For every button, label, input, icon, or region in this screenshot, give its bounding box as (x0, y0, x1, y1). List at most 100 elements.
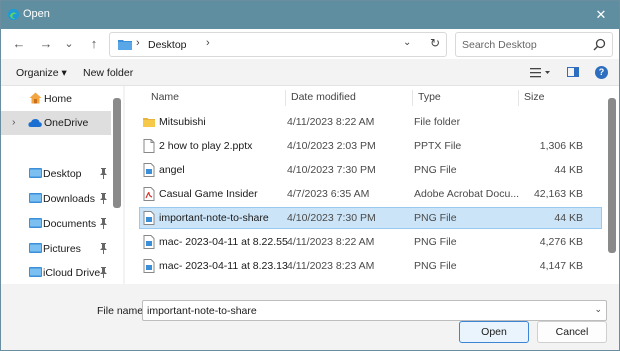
pin-icon (100, 193, 107, 204)
file-type: PNG File (414, 260, 457, 272)
pin-icon (100, 267, 107, 278)
documents-folder-icon (29, 218, 42, 228)
search-icon (593, 38, 606, 51)
file-size: 4,147 KB (539, 260, 583, 272)
sidebar-item-label: Home (44, 93, 73, 105)
file-name-value: important-note-to-share (147, 305, 257, 317)
sidebar-item-pictures[interactable]: Pictures (1, 237, 111, 261)
file-name: 2 how to play 2.pptx (159, 140, 253, 152)
file-list: Name Date modified Type Size Mitsubishi … (125, 86, 619, 284)
sidebar-item-downloads[interactable]: Downloads (1, 187, 111, 211)
file-type: PNG File (414, 236, 457, 248)
breadcrumb-separator[interactable]: › (206, 37, 210, 49)
file-date: 4/7/2023 6:35 AM (287, 188, 370, 200)
file-date: 4/10/2023 7:30 PM (287, 212, 376, 224)
file-list-scrollbar[interactable] (608, 98, 616, 253)
column-header-name[interactable]: Name (151, 91, 179, 103)
desktop-folder-icon (29, 168, 42, 178)
file-date: 4/11/2023 8:22 AM (287, 236, 375, 248)
edge-icon (7, 8, 20, 21)
file-date: 4/10/2023 2:03 PM (287, 140, 376, 152)
folder-icon (143, 118, 155, 127)
up-arrow-icon[interactable]: ↑ (85, 35, 103, 53)
navigation-bar: ← → ⌄ ↑ › Desktop › ⌄ ↻ Search Desktop (1, 29, 619, 59)
folder-icon (118, 40, 132, 50)
image-file-icon (143, 163, 155, 177)
open-button[interactable]: Open (459, 321, 529, 343)
back-arrow-icon[interactable]: ← (10, 35, 28, 53)
file-name: mac- 2023-04-11 at 8.22.55 ... (159, 236, 289, 248)
image-file-icon (143, 211, 155, 225)
sidebar-item-label: OneDrive (44, 117, 89, 129)
file-date: 4/11/2023 8:23 AM (287, 260, 375, 272)
new-folder-button[interactable]: New folder (83, 67, 133, 79)
pin-icon (100, 243, 107, 254)
address-dropdown-icon[interactable]: ⌄ (403, 37, 411, 48)
file-name: angel (159, 164, 185, 176)
file-row[interactable]: mac- 2023-04-11 at 8.22.55 ... 4/11/2023… (139, 231, 602, 253)
open-dialog: Open ✕ ← → ⌄ ↑ › Desktop › ⌄ ↻ Search De… (0, 0, 620, 351)
column-divider[interactable] (412, 90, 413, 106)
window-title: Open (23, 8, 50, 20)
column-header-type[interactable]: Type (418, 91, 441, 103)
pin-icon (100, 168, 107, 179)
organize-button[interactable]: Organize ▾ (16, 67, 67, 79)
sidebar-scrollbar[interactable] (113, 98, 121, 208)
recent-locations-icon[interactable]: ⌄ (60, 35, 78, 53)
pictures-folder-icon (29, 243, 42, 253)
file-size: 44 KB (554, 212, 583, 224)
close-icon[interactable]: ✕ (591, 5, 611, 25)
sidebar-item-label: Pictures (43, 243, 81, 255)
column-header-size[interactable]: Size (524, 91, 544, 103)
file-date: 4/10/2023 7:30 PM (287, 164, 376, 176)
breadcrumb-desktop[interactable]: Desktop (148, 39, 187, 51)
document-icon (143, 139, 155, 153)
view-options-icon[interactable] (529, 66, 551, 79)
forward-arrow-icon[interactable]: → (37, 35, 55, 53)
file-type: PPTX File (414, 140, 462, 152)
downloads-folder-icon (29, 193, 42, 203)
column-header-date[interactable]: Date modified (291, 91, 356, 103)
sidebar-item-label: Desktop (43, 168, 82, 180)
help-icon[interactable]: ? (595, 66, 608, 79)
column-divider[interactable] (518, 90, 519, 106)
file-row-selected[interactable]: important-note-to-share 4/10/2023 7:30 P… (139, 207, 602, 229)
sidebar-item-icloud-drive[interactable]: iCloud Drive (1, 261, 111, 285)
refresh-icon[interactable]: ↻ (430, 36, 440, 50)
file-name: mac- 2023-04-11 at 8.23.13 ... (159, 260, 289, 272)
preview-pane-icon[interactable] (567, 67, 579, 77)
image-file-icon (143, 259, 155, 273)
file-name-label: File name: (97, 305, 147, 317)
file-name-field[interactable]: important-note-to-share ⌄ (142, 300, 607, 321)
search-input[interactable]: Search Desktop (455, 32, 613, 57)
sidebar-item-home[interactable]: Home (1, 87, 111, 111)
file-type: File folder (414, 116, 461, 128)
file-row[interactable]: Casual Game Insider 4/7/2023 6:35 AM Ado… (139, 183, 602, 205)
dialog-footer: File name: important-note-to-share ⌄ Ope… (1, 284, 619, 350)
file-row[interactable]: angel 4/10/2023 7:30 PM PNG File 44 KB (139, 159, 602, 181)
title-bar: Open ✕ (1, 1, 619, 29)
file-row[interactable]: Mitsubishi 4/11/2023 8:22 AM File folder (139, 111, 602, 133)
cancel-button[interactable]: Cancel (537, 321, 607, 343)
file-row[interactable]: mac- 2023-04-11 at 8.23.13 ... 4/11/2023… (139, 255, 602, 277)
file-type: PNG File (414, 212, 457, 224)
icloud-folder-icon (29, 267, 42, 277)
address-bar[interactable]: › Desktop › ⌄ ↻ (109, 32, 447, 57)
sidebar-item-onedrive[interactable]: › OneDrive (1, 111, 111, 135)
chevron-down-icon[interactable]: ⌄ (594, 304, 602, 315)
file-name: important-note-to-share (159, 212, 269, 224)
search-placeholder: Search Desktop (462, 39, 537, 51)
file-row[interactable]: 2 how to play 2.pptx 4/10/2023 2:03 PM P… (139, 135, 602, 157)
file-size: 1,306 KB (539, 140, 583, 152)
sidebar-item-label: Downloads (43, 193, 95, 205)
file-name: Mitsubishi (159, 116, 206, 128)
command-bar: Organize ▾ New folder ? (1, 59, 619, 86)
column-divider[interactable] (285, 90, 286, 106)
file-size: 44 KB (554, 164, 583, 176)
sidebar-item-label: Documents (43, 218, 97, 230)
sidebar-item-desktop[interactable]: Desktop (1, 162, 111, 186)
expand-chevron-icon[interactable]: › (12, 116, 16, 128)
sidebar-item-documents[interactable]: Documents (1, 212, 111, 236)
file-name: Casual Game Insider (159, 188, 258, 200)
navigation-pane: Home › OneDrive Desktop Downloads Docume… (1, 86, 123, 284)
